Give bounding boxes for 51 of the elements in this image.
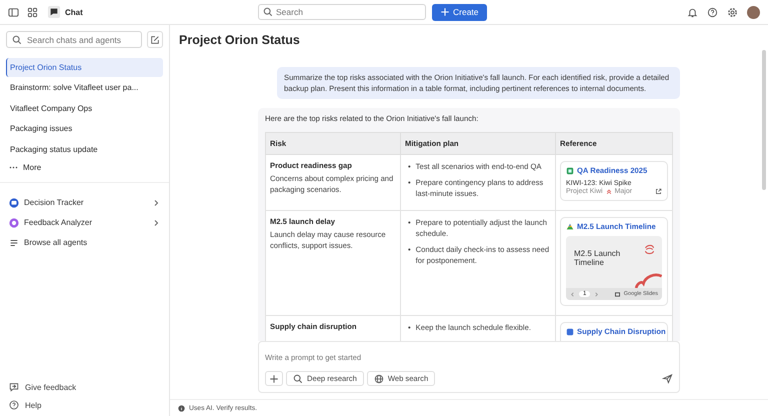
search-icon — [12, 34, 22, 44]
chat-list-item[interactable]: Brainstorm: solve Vitafleet user pa... — [6, 78, 163, 98]
more-button[interactable]: More — [0, 160, 169, 183]
info-icon — [178, 404, 185, 412]
settings-icon[interactable] — [727, 6, 738, 18]
help-icon — [9, 400, 19, 410]
chat-bubble-icon — [48, 6, 60, 18]
priority-icon — [606, 188, 612, 195]
agent-list-item[interactable]: Decision Tracker — [6, 192, 163, 213]
external-link-icon[interactable] — [655, 188, 662, 195]
slide-title: M2.5 Launch Timeline — [574, 249, 622, 267]
chat-list-item[interactable]: Packaging status update — [6, 140, 163, 159]
agent-list-item[interactable]: Browse all agents — [6, 232, 163, 253]
sidebar-link[interactable]: Give feedback — [6, 378, 163, 396]
chat-search-field[interactable]: Search chats and agents — [6, 31, 142, 48]
document-icon — [566, 328, 574, 336]
plus-icon — [269, 374, 279, 384]
document-icon — [566, 166, 574, 174]
list-icon — [9, 238, 19, 248]
chevron-right-icon — [152, 218, 160, 227]
agent-avatar-icon — [9, 218, 19, 228]
sidebar-toggle-icon[interactable] — [8, 6, 19, 18]
send-icon[interactable] — [662, 373, 673, 384]
create-button[interactable]: Create — [432, 4, 487, 20]
slides-icon — [614, 292, 620, 296]
chat-list-item[interactable]: Project Orion Status — [6, 58, 163, 77]
agent-avatar-icon — [9, 198, 19, 208]
new-chat-button[interactable] — [147, 31, 163, 48]
apps-grid-icon[interactable] — [27, 6, 38, 18]
drive-icon — [566, 222, 574, 230]
dots-icon — [9, 166, 18, 169]
scrollbar[interactable] — [762, 50, 766, 190]
chat-title: Project Orion Status — [179, 33, 301, 47]
agent-list-item[interactable]: Feedback Analyzer — [6, 212, 163, 233]
user-avatar[interactable] — [747, 6, 760, 18]
search-icon — [263, 7, 273, 17]
chat-app-button[interactable]: Chat — [46, 4, 86, 20]
chat-list-item[interactable]: Vitafleet Company Ops — [6, 98, 163, 118]
help-icon[interactable] — [707, 6, 718, 18]
notification-bell-icon[interactable] — [687, 6, 698, 18]
compose-icon — [150, 34, 160, 44]
search-field[interactable]: Search — [258, 4, 426, 20]
globe-icon — [374, 374, 384, 384]
feedback-icon — [9, 382, 19, 392]
plus-icon — [440, 7, 450, 17]
sidebar-link[interactable]: Help — [6, 396, 163, 414]
logo-mark-icon — [643, 243, 656, 256]
search-icon — [293, 374, 303, 384]
chat-list-item[interactable]: Packaging issues — [6, 119, 163, 138]
add-button[interactable] — [265, 371, 283, 386]
chevron-right-icon — [152, 198, 160, 207]
